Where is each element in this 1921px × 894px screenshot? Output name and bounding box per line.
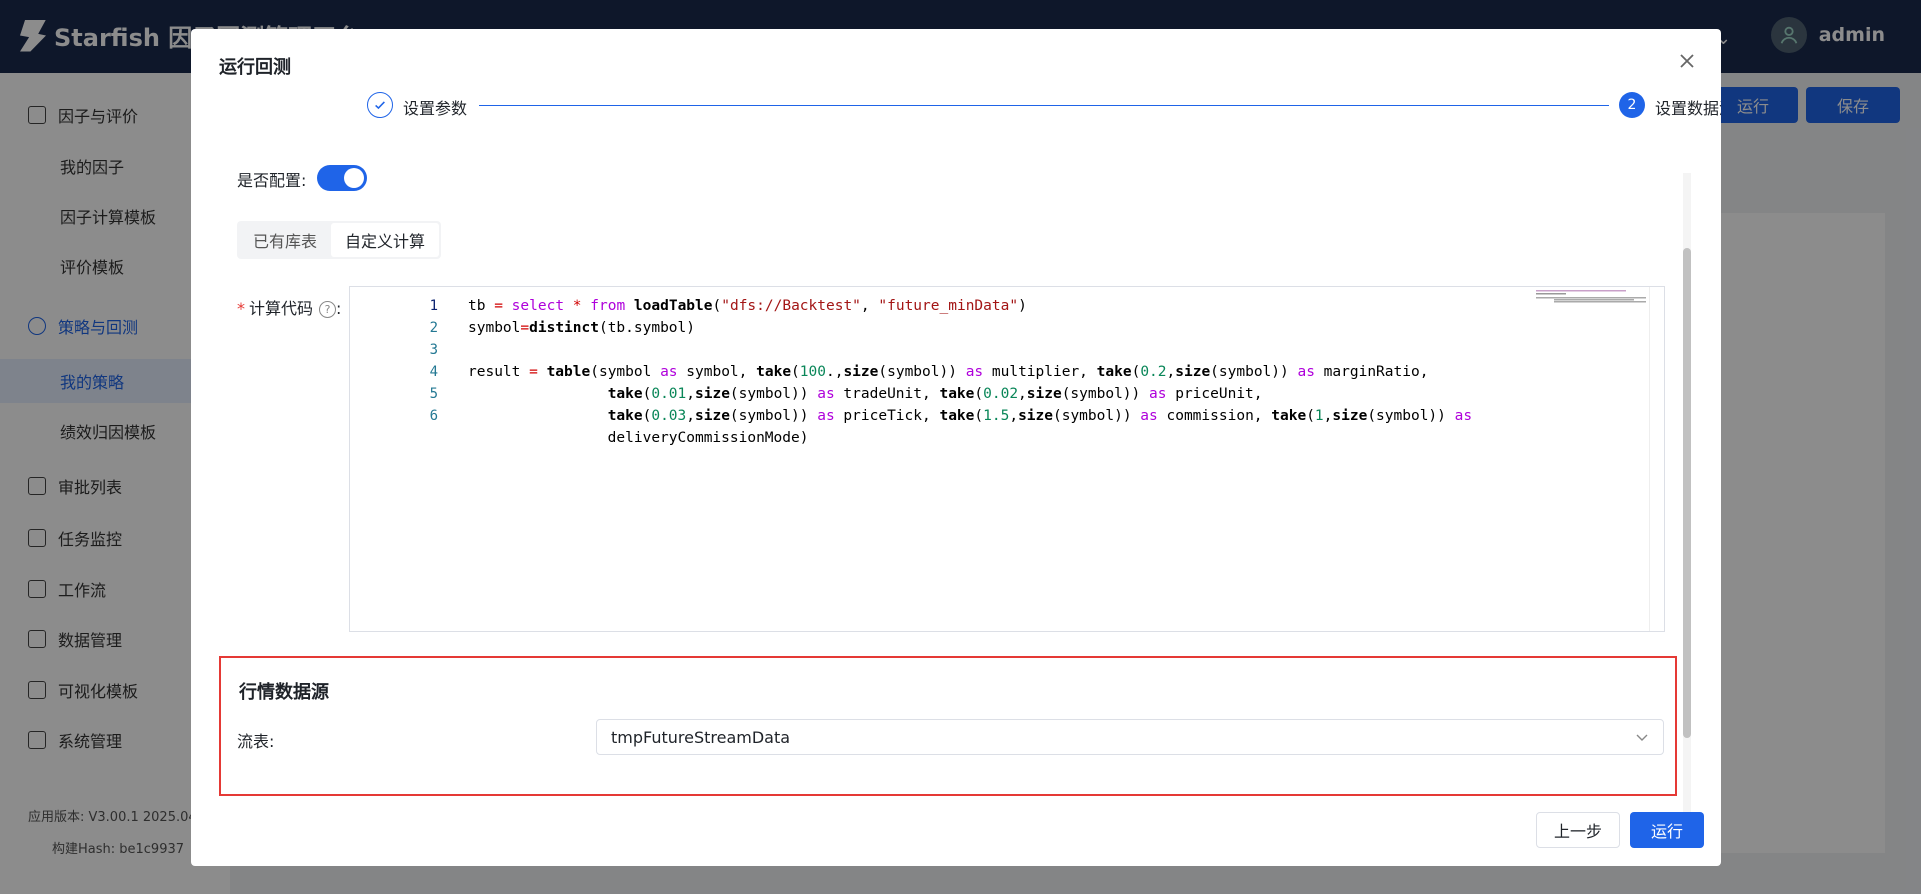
editor-scrollbar[interactable] bbox=[1649, 287, 1664, 631]
line-number: 2 bbox=[429, 320, 438, 336]
line-number: 6 bbox=[429, 408, 438, 424]
configure-toggle[interactable] bbox=[317, 165, 367, 191]
code-field-label: * 计算代码?: bbox=[237, 299, 342, 318]
step-1-label: 设置参数 bbox=[403, 99, 468, 118]
scrollbar-thumb[interactable] bbox=[1683, 248, 1691, 738]
editor-minimap[interactable] bbox=[1536, 289, 1646, 303]
close-icon[interactable] bbox=[1675, 49, 1699, 73]
source-type-tabs: 已有库表 自定义计算 bbox=[237, 221, 442, 259]
toggle-knob bbox=[344, 168, 364, 188]
market-section-title: 行情数据源 bbox=[239, 682, 329, 703]
check-icon bbox=[375, 101, 385, 110]
prev-step-button[interactable]: 上一步 bbox=[1536, 812, 1620, 848]
code-content: tb = select * from loadTable("dfs://Back… bbox=[468, 295, 1634, 449]
step-2-label: 设置数据源 bbox=[1655, 99, 1721, 118]
line-number-gutter: 1 2 3 4 5 6 bbox=[350, 295, 438, 427]
market-data-section: 行情数据源 流表: tmpFutureStreamData bbox=[219, 656, 1677, 796]
code-editor[interactable]: 1 2 3 4 5 6 tb = select * from loadTable… bbox=[349, 286, 1665, 632]
question-icon[interactable]: ? bbox=[319, 301, 337, 318]
step-1-done bbox=[367, 92, 393, 118]
code-line: symbol=distinct(tb.symbol) bbox=[468, 320, 695, 336]
required-mark: * bbox=[237, 299, 245, 318]
modal-title: 运行回测 bbox=[219, 57, 291, 78]
tab-custom-calc[interactable]: 自定义计算 bbox=[331, 223, 440, 257]
line-number: 1 bbox=[429, 298, 438, 314]
configure-label: 是否配置: bbox=[237, 171, 307, 190]
code-label-text: 计算代码 bbox=[249, 299, 314, 318]
code-line: take(0.03,size(symbol)) as priceTick, ta… bbox=[607, 408, 1473, 424]
line-number: 5 bbox=[429, 386, 438, 402]
run-button[interactable]: 运行 bbox=[1630, 812, 1704, 848]
code-line: result = table(symbol as symbol, take(10… bbox=[468, 364, 1429, 380]
line-number: 3 bbox=[429, 342, 438, 358]
stream-table-value: tmpFutureStreamData bbox=[611, 727, 791, 747]
step-2-current: 2 bbox=[1619, 92, 1645, 118]
step-connector bbox=[479, 105, 1609, 106]
code-line: tb = select * from loadTable("dfs://Back… bbox=[468, 298, 1027, 314]
code-line: deliveryCommissionMode) bbox=[468, 430, 809, 446]
tab-existing-table[interactable]: 已有库表 bbox=[239, 223, 331, 257]
stream-table-select[interactable]: tmpFutureStreamData bbox=[596, 719, 1664, 755]
stream-table-label: 流表: bbox=[237, 732, 275, 751]
modal-scrollbar[interactable] bbox=[1683, 173, 1691, 813]
steps-indicator: 设置参数 2 设置数据源 bbox=[367, 90, 1721, 120]
line-number: 4 bbox=[429, 364, 438, 380]
code-line: take(0.01,size(symbol)) as tradeUnit, ta… bbox=[607, 386, 1263, 402]
run-backtest-modal: 运行回测 设置参数 2 设置数据源 是否配置: 已有库表 自定义计算 *计算代码… bbox=[191, 29, 1721, 866]
chevron-down-icon bbox=[1636, 734, 1648, 741]
